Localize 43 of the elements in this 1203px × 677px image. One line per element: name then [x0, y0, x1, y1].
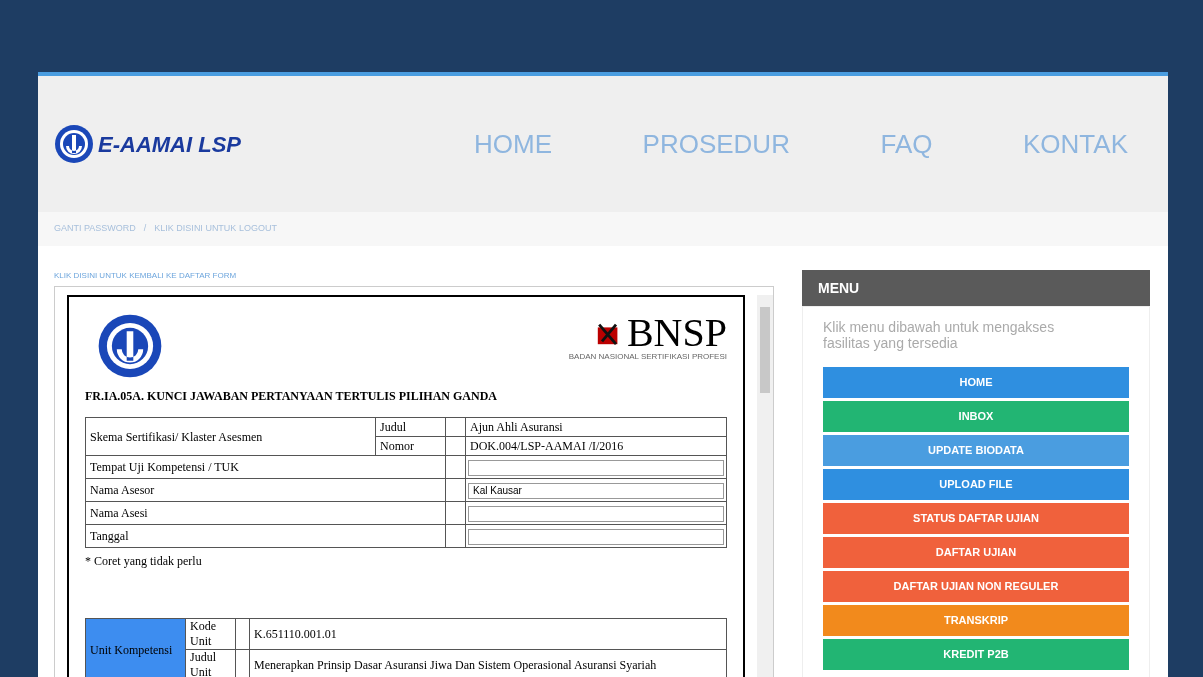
menu-button[interactable]: INBOX	[823, 401, 1129, 432]
menu-button[interactable]: DAFTAR UJIAN NON REGULER	[823, 571, 1129, 602]
input-field[interactable]	[468, 505, 724, 522]
table-cell: Skema Sertifikasi/ Klaster Asesmen	[85, 417, 376, 456]
back-link[interactable]: KLIK DISINI UNTUK KEMBALI KE DAFTAR FORM	[54, 270, 774, 282]
menu-intro: Klik menu dibawah untuk mengakses fasilitas yang tersedia	[823, 319, 1056, 351]
footnote: * Coret yang tidak perlu	[85, 553, 203, 570]
table-cell: Tanggal	[85, 524, 446, 548]
table-cell: Unit Kompetensi	[85, 618, 186, 677]
table-cell: Ajun Ahli Asuransi	[465, 417, 727, 437]
input-field[interactable]	[468, 459, 724, 476]
breadcrumb-link[interactable]: GANTI PASSWORD	[54, 222, 136, 236]
table-cell: K.651110.001.01	[249, 618, 727, 650]
seal-icon	[97, 313, 163, 379]
menu-button[interactable]: STATUS DAFTAR UJIAN	[823, 503, 1129, 534]
table-cell: Nama Asesi	[85, 501, 446, 525]
scrollbar[interactable]	[757, 295, 773, 677]
table-cell: Kode Unit	[185, 618, 236, 650]
table-cell: Judul	[375, 417, 446, 437]
input-field[interactable]	[468, 528, 724, 545]
nav-link[interactable]: HOME	[474, 124, 552, 164]
menu-button[interactable]: HOME	[823, 367, 1129, 398]
table-cell: DOK.004/LSP-AAMAI /I/2016	[465, 436, 727, 456]
menu-button[interactable]: UPLOAD FILE	[823, 469, 1129, 500]
nav-link[interactable]: FAQ	[880, 124, 933, 164]
logo-caption: BADAN NASIONAL SERTIFIKASI PROFESI	[568, 353, 727, 361]
input-field[interactable]: Kal Kausar	[468, 482, 724, 499]
menu-button[interactable]: KREDIT P2B	[823, 639, 1129, 670]
menu-button[interactable]: DAFTAR UJIAN	[823, 537, 1129, 568]
form-title: FR.IA.05A. KUNCI JAWABAN PERTANYAAN TERTULIS PILIHAN GANDA	[85, 388, 498, 405]
breadcrumb-link[interactable]: KLIK DISINI UNTUK LOGOUT	[154, 222, 277, 236]
logo-icon	[54, 124, 94, 164]
menu-header: MENU	[802, 270, 1150, 306]
menu-button[interactable]: TRANSKRIP	[823, 605, 1129, 636]
nav-link[interactable]: PROSEDUR	[642, 124, 790, 164]
table-cell: Tempat Uji Kompetensi / TUK	[85, 455, 446, 479]
brand-name: E-AAMAI LSP	[98, 130, 241, 159]
table-cell: Nomor	[375, 436, 446, 456]
bnsp-logo-text: BNSP	[626, 313, 727, 353]
menu-button[interactable]: UPDATE BIODATA	[823, 435, 1129, 466]
nav-link[interactable]: KONTAK	[1023, 124, 1128, 164]
table-cell: Nama Asesor	[85, 478, 446, 502]
breadcrumb-separator: /	[143, 222, 147, 236]
